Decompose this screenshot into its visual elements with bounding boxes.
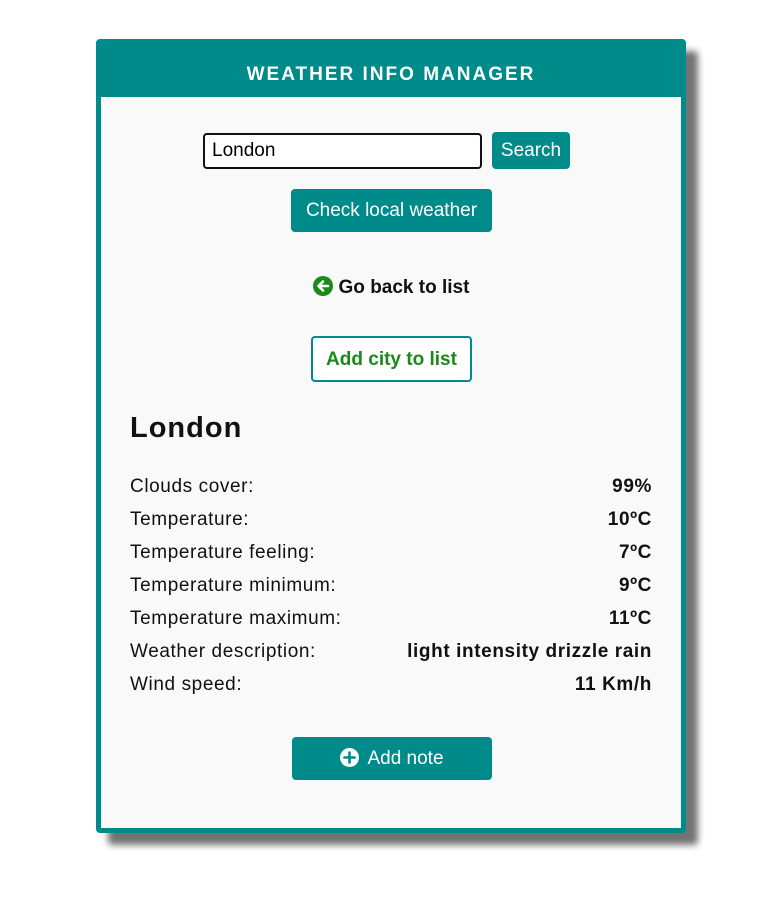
add-note-label: Add note — [367, 748, 444, 769]
info-row-temperature-feeling: Temperature feeling: 7ºC — [130, 542, 652, 575]
app-title: WEATHER INFO MANAGER — [101, 44, 681, 97]
info-value: 10ºC — [607, 509, 652, 530]
weather-info-list: Clouds cover: 99% Temperature: 10ºC Temp… — [130, 476, 652, 707]
info-value: light intensity drizzle rain — [407, 641, 652, 662]
info-value: 99% — [612, 476, 652, 497]
info-value: 7ºC — [618, 542, 652, 563]
arrow-left-circle-icon — [312, 276, 333, 296]
info-row-clouds: Clouds cover: 99% — [130, 476, 652, 509]
info-row-temperature-minimum: Temperature minimum: 9ºC — [130, 575, 652, 608]
go-back-label: Go back to list — [338, 277, 470, 298]
info-label: Temperature feeling: — [130, 542, 316, 563]
go-back-to-list-link[interactable]: Go back to list — [101, 276, 681, 299]
add-note-button[interactable]: Add note — [292, 737, 492, 780]
info-row-temperature: Temperature: 10ºC — [130, 509, 652, 542]
info-row-temperature-maximum: Temperature maximum: 11ºC — [130, 608, 652, 641]
city-search-input[interactable] — [203, 133, 482, 169]
search-button[interactable]: Search — [492, 132, 570, 169]
info-row-weather-description: Weather description: light intensity dri… — [130, 641, 652, 674]
add-city-to-list-button[interactable]: Add city to list — [311, 336, 472, 382]
check-local-weather-button[interactable]: Check local weather — [291, 189, 492, 232]
info-row-wind-speed: Wind speed: 11 Km/h — [130, 674, 652, 707]
weather-card: WEATHER INFO MANAGER Search Check local … — [96, 39, 686, 833]
info-label: Wind speed: — [130, 674, 243, 695]
info-label: Weather description: — [130, 641, 316, 662]
city-name: London — [130, 412, 243, 444]
info-value: 11ºC — [608, 608, 652, 629]
info-label: Temperature minimum: — [130, 575, 337, 596]
info-label: Temperature maximum: — [130, 608, 342, 629]
plus-circle-icon — [340, 740, 360, 767]
info-label: Temperature: — [130, 509, 250, 530]
info-value: 9ºC — [618, 575, 652, 596]
info-value: 11 Km/h — [574, 674, 652, 695]
info-label: Clouds cover: — [130, 476, 254, 497]
